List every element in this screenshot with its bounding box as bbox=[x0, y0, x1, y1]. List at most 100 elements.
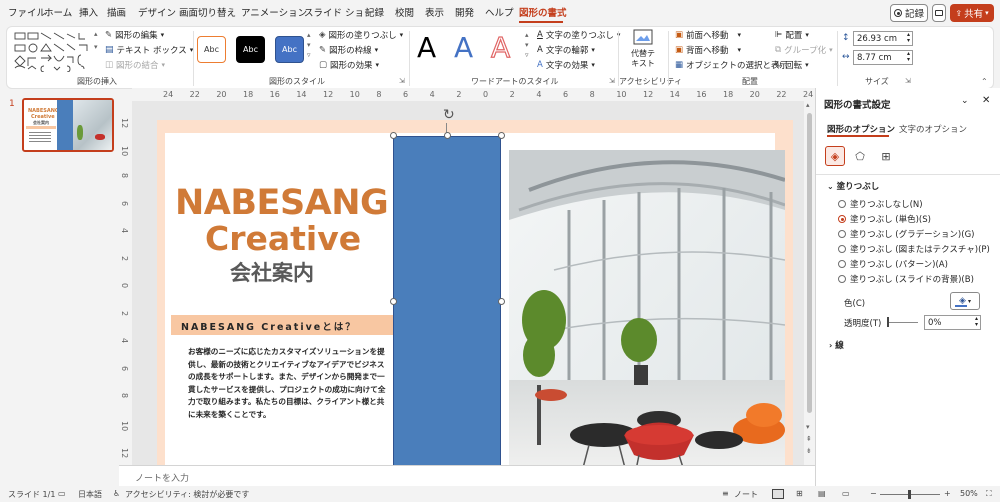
office-photo[interactable] bbox=[509, 150, 785, 465]
title-line-2[interactable]: Creative bbox=[205, 219, 361, 258]
zoom-out-icon[interactable]: − bbox=[870, 489, 877, 498]
collapse-ribbon-icon[interactable]: ⌃ bbox=[981, 77, 988, 86]
resize-handle[interactable] bbox=[498, 132, 505, 139]
shape-gallery[interactable] bbox=[13, 30, 93, 73]
tab-insert[interactable]: 挿入 bbox=[79, 5, 98, 19]
title-line-1[interactable]: NABESANG bbox=[175, 183, 389, 223]
alt-text-button[interactable]: 代替テ キスト bbox=[625, 29, 661, 71]
dialog-launcher-icon[interactable]: ⇲ bbox=[905, 77, 911, 85]
next-slide-icon[interactable]: ⇟ bbox=[806, 447, 812, 455]
tab-slideshow[interactable]: スライド ショー bbox=[304, 5, 374, 19]
resize-handle[interactable] bbox=[390, 132, 397, 139]
bring-forward-button[interactable]: ▣ 前面へ移動 ▾ bbox=[675, 29, 741, 41]
rotate-handle-icon[interactable]: ↻ bbox=[443, 107, 455, 123]
tab-shape-options[interactable]: 図形のオプション bbox=[827, 123, 895, 135]
shape-effects-button[interactable]: ▢ 図形の効果 ▾ bbox=[319, 59, 379, 71]
label-picture-fill[interactable]: 塗りつぶし (図またはテクスチャ)(P) bbox=[850, 243, 990, 255]
fill-section-header[interactable]: ⌄ 塗りつぶし bbox=[827, 180, 879, 192]
wordart-scroll[interactable]: ▴ ▾ ▿ bbox=[525, 31, 529, 59]
label-gradient-fill[interactable]: 塗りつぶし (グラデーション)(G) bbox=[850, 228, 974, 240]
line-section-header[interactable]: › 線 bbox=[829, 339, 844, 351]
zoom-level[interactable]: 50% bbox=[960, 489, 978, 498]
slide-sorter-icon[interactable]: ⊞ bbox=[796, 489, 803, 498]
vertical-scrollbar[interactable]: ▴ ▾ ⇞ ⇟ bbox=[804, 101, 815, 465]
text-fill-button[interactable]: A文字の塗りつぶし▾ bbox=[537, 29, 620, 41]
radio-no-fill[interactable] bbox=[838, 200, 846, 208]
scroll-down-icon[interactable]: ▾ bbox=[806, 423, 810, 431]
shape-style-swatch-blue[interactable]: Abc bbox=[275, 36, 304, 63]
record-button[interactable]: 記録 bbox=[890, 4, 928, 22]
edit-shape-button[interactable]: ✎ 図形の編集 ▾ bbox=[105, 29, 164, 41]
share-button[interactable]: ⇪ 共有 ▾ bbox=[950, 4, 994, 22]
slideshow-icon[interactable]: ▭ bbox=[842, 489, 850, 498]
tab-text-options[interactable]: 文字のオプション bbox=[899, 123, 967, 135]
tab-review[interactable]: 校閲 bbox=[395, 5, 414, 19]
spinner-icon[interactable]: ▴ ▾ bbox=[907, 51, 910, 63]
accessibility-status[interactable]: アクセシビリティ: 検討が必要です bbox=[125, 489, 249, 500]
zoom-in-icon[interactable]: + bbox=[944, 489, 951, 498]
group-button[interactable]: ⧉ グループ化 ▾ bbox=[775, 44, 833, 56]
resize-handle[interactable] bbox=[390, 298, 397, 305]
align-button[interactable]: ⊫ 配置 ▾ bbox=[775, 29, 809, 41]
zoom-slider-thumb[interactable] bbox=[908, 490, 911, 499]
radio-solid-fill[interactable] bbox=[838, 215, 846, 223]
transparency-slider[interactable] bbox=[888, 322, 918, 323]
width-input[interactable]: 8.77 cm ▴ ▾ bbox=[853, 50, 913, 65]
radio-background-fill[interactable] bbox=[838, 275, 846, 283]
tab-design[interactable]: デザイン bbox=[138, 5, 176, 19]
gallery-scroll-down[interactable]: ▾ bbox=[94, 43, 98, 51]
resize-handle[interactable] bbox=[444, 132, 451, 139]
body-paragraph[interactable]: お客様のニーズに応じたカスタマイズソリューションを提供し、最新の技術とクリエイテ… bbox=[188, 346, 388, 422]
slide-subtitle[interactable]: 会社案内 bbox=[230, 257, 314, 287]
scrollbar-thumb[interactable] bbox=[807, 113, 812, 413]
normal-view-icon[interactable] bbox=[772, 489, 784, 499]
dialog-launcher-icon[interactable]: ⇲ bbox=[609, 77, 615, 85]
radio-picture-fill[interactable] bbox=[838, 245, 846, 253]
shape-outline-button[interactable]: ✎ 図形の枠線 ▾ bbox=[319, 44, 378, 56]
transparency-input[interactable]: 0% ▴ ▾ bbox=[924, 315, 981, 330]
notes-toggle[interactable]: ノート bbox=[734, 489, 758, 500]
spellcheck-icon[interactable]: ▭ bbox=[58, 489, 66, 498]
selection-pane-button[interactable]: ▦ オブジェクトの選択と表示 bbox=[675, 59, 788, 71]
effects-tab[interactable]: ⬠ bbox=[852, 148, 868, 164]
comments-button[interactable] bbox=[932, 4, 946, 22]
tab-help[interactable]: ヘルプ bbox=[485, 5, 514, 19]
tab-view[interactable]: 表示 bbox=[425, 5, 444, 19]
scroll-up-icon[interactable]: ▴ bbox=[806, 101, 810, 109]
reading-view-icon[interactable]: ▤ bbox=[818, 489, 826, 498]
label-background-fill[interactable]: 塗りつぶし (スライドの背景)(B) bbox=[850, 273, 974, 285]
slide-thumbnail[interactable]: NABESANG Creative 会社案内 bbox=[22, 98, 114, 152]
notes-pane[interactable]: ノートを入力 bbox=[119, 465, 815, 486]
height-input[interactable]: 26.93 cm ▴ ▾ bbox=[853, 31, 913, 46]
previous-slide-icon[interactable]: ⇞ bbox=[806, 435, 812, 443]
text-effects-button[interactable]: A 文字の効果 ▾ bbox=[537, 59, 595, 71]
tab-animations[interactable]: アニメーション bbox=[241, 5, 307, 19]
fill-line-tab[interactable]: ◈ bbox=[825, 146, 845, 166]
wordart-sample-black[interactable]: A bbox=[417, 31, 436, 64]
selected-rectangle-shape[interactable] bbox=[393, 136, 501, 465]
close-icon[interactable]: ✕ bbox=[982, 95, 990, 106]
fit-slide-icon[interactable]: ⛶ bbox=[986, 489, 992, 499]
radio-pattern-fill[interactable] bbox=[838, 260, 846, 268]
shape-style-scroll[interactable]: ▴ ▾ ▿ bbox=[307, 31, 311, 59]
spinner-icon[interactable]: ▴ ▾ bbox=[975, 316, 978, 328]
rotate-button[interactable]: ↻ 回転 ▾ bbox=[775, 59, 809, 71]
shape-style-swatch-outline[interactable]: Abc bbox=[197, 36, 226, 63]
slide-canvas[interactable]: NABESANG Creative 会社案内 NABESANG Creative… bbox=[132, 101, 815, 465]
shape-fill-button[interactable]: ◈ 図形の塗りつぶし ▾ bbox=[319, 29, 403, 41]
resize-handle[interactable] bbox=[498, 298, 505, 305]
pane-options-chevron-icon[interactable]: ⌄ bbox=[961, 96, 969, 106]
size-properties-tab[interactable]: ⊞ bbox=[878, 148, 894, 164]
tab-shape-format[interactable]: 図形の書式 bbox=[519, 5, 567, 19]
tab-record[interactable]: 記録 bbox=[365, 5, 384, 19]
send-backward-button[interactable]: ▣ 背面へ移動 ▾ bbox=[675, 44, 741, 56]
tab-file[interactable]: ファイル bbox=[8, 5, 46, 19]
transparency-slider-thumb[interactable] bbox=[887, 317, 889, 327]
merge-shapes-button[interactable]: ◫ 図形の結合 ▾ bbox=[105, 59, 165, 71]
tab-developer[interactable]: 開発 bbox=[455, 5, 474, 19]
gallery-scroll[interactable]: ▴ bbox=[94, 30, 98, 38]
label-pattern-fill[interactable]: 塗りつぶし (パターン)(A) bbox=[850, 258, 948, 270]
color-picker-button[interactable]: ◈ ▾ bbox=[950, 292, 980, 310]
tab-transitions[interactable]: 画面切り替え bbox=[179, 5, 236, 19]
heading-band[interactable]: NABESANG Creativeとは？ bbox=[171, 315, 401, 335]
